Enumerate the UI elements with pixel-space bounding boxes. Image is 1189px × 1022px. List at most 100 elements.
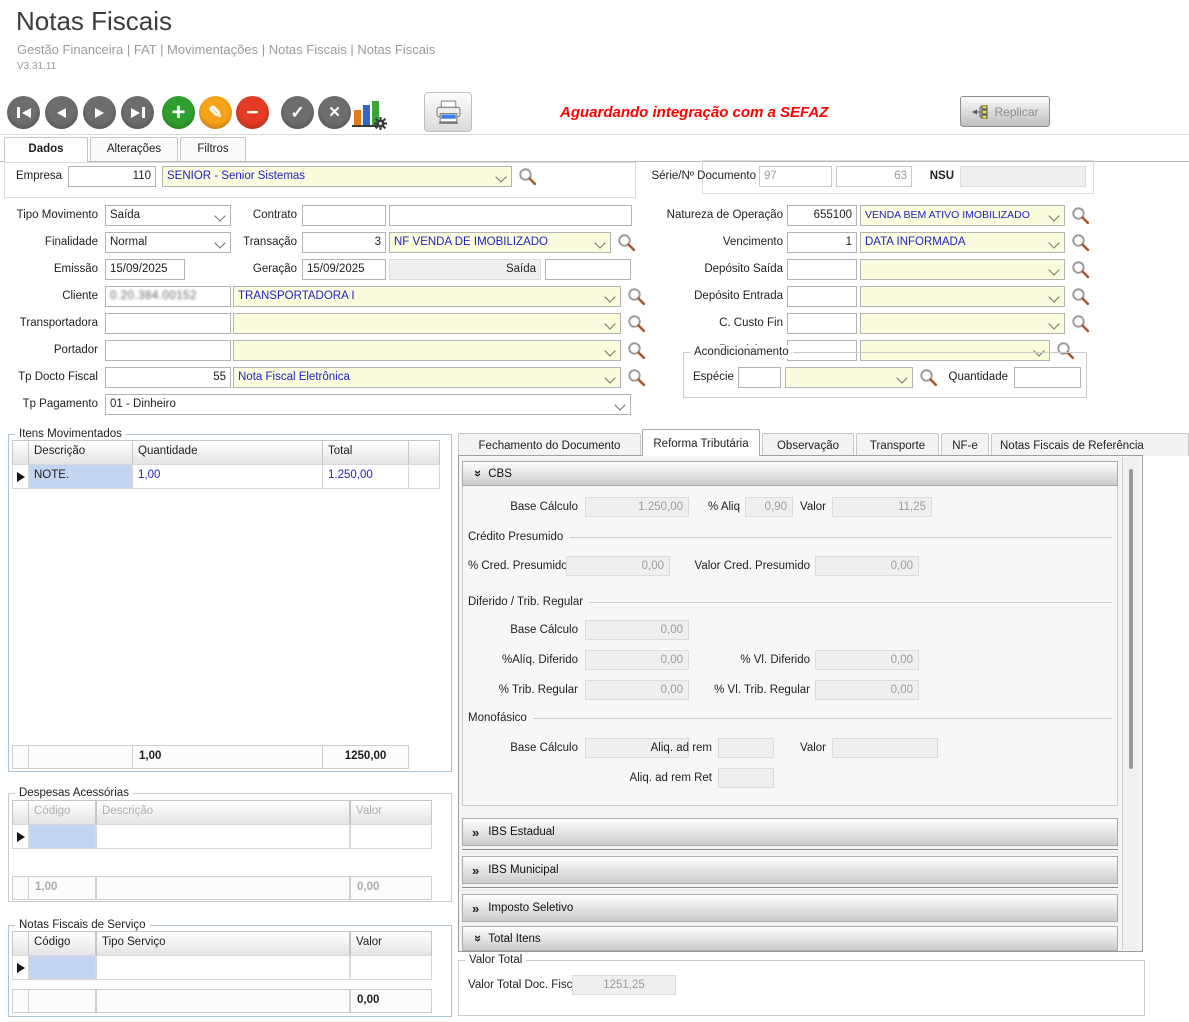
tp-pagamento-select[interactable]: 01 - Dinheiro — [105, 394, 631, 415]
delete-button[interactable] — [236, 96, 269, 129]
custo-fin-lookup-button[interactable] — [1071, 314, 1091, 334]
tab-filtros[interactable]: Filtros — [180, 137, 246, 161]
transportadora-code-input[interactable] — [105, 313, 231, 334]
cliente-select[interactable]: TRANSPORTADORA I — [233, 286, 621, 307]
transacao-select[interactable]: NF VENDA DE IMOBILIZADO — [389, 232, 611, 253]
magnifier-icon — [1071, 260, 1090, 279]
tab-dados[interactable]: Dados — [4, 137, 88, 162]
cred-presumido-valor-field: 0,00 — [815, 556, 919, 576]
natureza-operacao-label: Natureza de Operação — [630, 205, 783, 226]
chart-settings-button[interactable] — [352, 98, 390, 130]
portador-code-input[interactable] — [105, 340, 231, 361]
itens-cell-total[interactable]: 1.250,00 — [322, 464, 409, 489]
magnifier-icon — [627, 368, 646, 387]
contrato-code-input[interactable] — [302, 205, 386, 226]
next-record-icon — [95, 108, 104, 118]
credito-presumido-title: Crédito Presumido — [468, 531, 563, 543]
tab-nfe[interactable]: NF-e — [941, 433, 989, 456]
itens-cell-descricao[interactable]: NOTE. — [28, 464, 133, 489]
tab-observacao[interactable]: Observação — [762, 433, 854, 456]
vencimento-code-input[interactable]: 1 — [787, 232, 857, 253]
empresa-select[interactable]: SENIOR - Senior Sistemas — [162, 166, 512, 187]
empresa-code-input[interactable]: 110 — [68, 166, 156, 187]
quantidade-input[interactable] — [1014, 367, 1081, 388]
especie-lookup-button[interactable] — [919, 368, 939, 388]
ibs-estadual-section-header[interactable]: IBS Estadual — [462, 818, 1118, 846]
tp-docto-select[interactable]: Nota Fiscal Eletrônica — [233, 367, 621, 388]
confirm-button[interactable] — [281, 96, 314, 129]
deposito-entrada-select[interactable] — [860, 286, 1065, 307]
natureza-select[interactable]: VENDA BEM ATIVO IMOBILIZADO — [860, 205, 1065, 226]
valor-total-doc-label: Valor Total Doc. Fiscal — [468, 975, 568, 996]
tab-transporte[interactable]: Transporte — [856, 433, 939, 456]
despesas-cell-codigo[interactable] — [28, 824, 96, 849]
tab-reforma-tributaria[interactable]: Reforma Tributária — [642, 429, 760, 456]
despesas-cell-valor[interactable] — [350, 824, 432, 849]
tab-alteracoes[interactable]: Alterações — [90, 137, 178, 161]
cbs-section-header[interactable]: CBS — [462, 461, 1118, 486]
portador-select[interactable] — [233, 340, 621, 361]
serie-input: 97 — [759, 166, 832, 187]
imposto-seletivo-title: Imposto Seletivo — [488, 902, 573, 914]
deposito-entrada-code-input[interactable] — [787, 286, 857, 307]
custo-fin-select[interactable] — [860, 313, 1065, 334]
version-label: V3.31.11 — [17, 61, 56, 72]
natureza-code-input[interactable]: 655100 — [787, 205, 857, 226]
contrato-desc-input[interactable] — [389, 205, 632, 226]
panel-scrollbar[interactable] — [1122, 457, 1139, 950]
tp-docto-lookup-button[interactable] — [627, 368, 647, 388]
finalidade-select[interactable]: Normal — [105, 232, 231, 253]
despesas-cell-descricao[interactable] — [96, 824, 350, 849]
previous-record-button[interactable] — [45, 96, 78, 129]
custo-fin-code-input[interactable] — [787, 313, 857, 334]
tab-notas-referencia[interactable]: Notas Fiscais de Referência — [991, 433, 1189, 456]
cancel-button[interactable] — [318, 96, 351, 129]
transportadora-select[interactable] — [233, 313, 621, 334]
deposito-saida-label: Depósito Saída — [630, 259, 783, 280]
empresa-lookup-button[interactable] — [518, 167, 538, 187]
monofasico-title: Monofásico — [468, 712, 527, 724]
saida-date-input[interactable] — [545, 259, 631, 280]
imposto-seletivo-section-header[interactable]: Imposto Seletivo — [462, 894, 1118, 922]
tp-docto-code-input[interactable]: 55 — [105, 367, 231, 388]
tab-fechamento-documento[interactable]: Fechamento do Documento — [458, 433, 641, 456]
deposito-saida-lookup-button[interactable] — [1071, 260, 1091, 280]
first-record-button[interactable] — [7, 96, 40, 129]
especie-select[interactable] — [785, 367, 913, 388]
despesas-acessorias-legend: Despesas Acessórias — [15, 786, 133, 800]
tp-pagamento-label: Tp Pagamento — [0, 394, 98, 415]
cliente-code-input[interactable]: 0.20.384.00152 — [105, 286, 231, 307]
cred-presumido-valor-label: Valor Cred. Presumido — [680, 556, 810, 577]
replicar-button[interactable]: Replicar — [960, 96, 1050, 127]
deposito-entrada-lookup-button[interactable] — [1071, 287, 1091, 307]
itens-cell-quantidade[interactable]: 1,00 — [132, 464, 323, 489]
deposito-saida-select[interactable] — [860, 259, 1065, 280]
servico-cell-valor[interactable] — [350, 955, 432, 980]
cbs-base-calculo-label: Base Cálculo — [462, 497, 578, 518]
ibs-municipal-section-header[interactable]: IBS Municipal — [462, 856, 1118, 884]
vencimento-select[interactable]: DATA INFORMADA — [860, 232, 1065, 253]
geracao-input[interactable]: 15/09/2025 — [302, 259, 386, 280]
edit-button[interactable] — [199, 96, 232, 129]
total-itens-title: Total Itens — [488, 933, 540, 945]
deposito-saida-code-input[interactable] — [787, 259, 857, 280]
tipo-movimento-select[interactable]: Saída — [105, 205, 231, 226]
servico-col-tipo: Tipo Serviço — [96, 931, 350, 956]
servico-cell-codigo[interactable] — [28, 955, 96, 980]
next-record-button[interactable] — [83, 96, 116, 129]
chevron-down-icon — [896, 372, 907, 383]
chevron-down-icon — [1048, 318, 1059, 329]
scrollbar-thumb[interactable] — [1129, 469, 1133, 769]
diferido-separator: Diferido / Trib. Regular — [468, 596, 1112, 608]
last-record-button[interactable] — [121, 96, 154, 129]
chevron-down-icon — [214, 237, 225, 248]
natureza-lookup-button[interactable] — [1071, 206, 1091, 226]
transacao-code-input[interactable]: 3 — [302, 232, 386, 253]
total-itens-section-header[interactable]: Total Itens — [462, 926, 1118, 951]
servico-cell-tipo[interactable] — [96, 955, 350, 980]
print-button[interactable] — [424, 92, 472, 132]
emissao-input[interactable]: 15/09/2025 — [105, 259, 185, 280]
vencimento-lookup-button[interactable] — [1071, 233, 1091, 253]
especie-code-input[interactable] — [738, 367, 781, 388]
add-button[interactable] — [162, 96, 195, 129]
